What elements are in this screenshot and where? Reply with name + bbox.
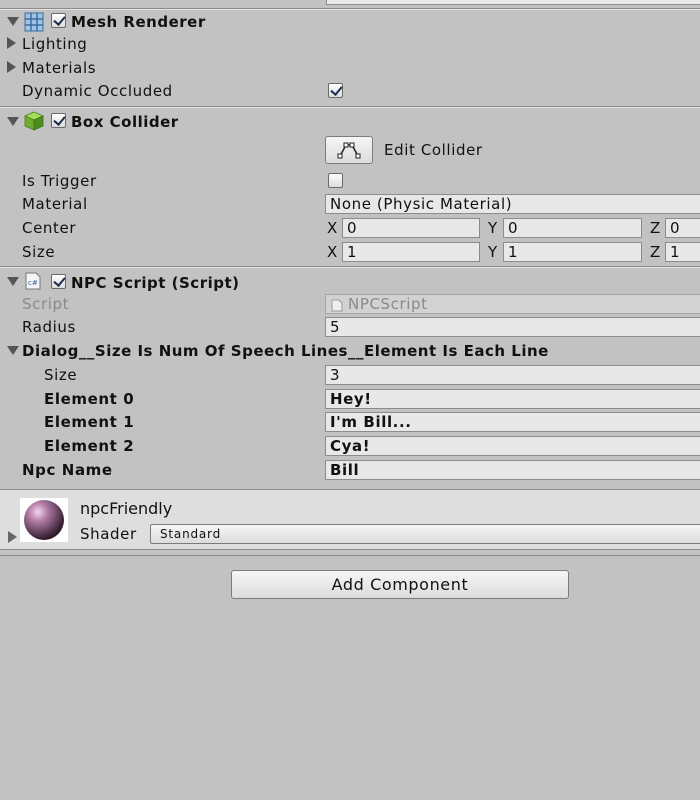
divider bbox=[0, 267, 700, 268]
material-name: npcFriendly bbox=[80, 499, 173, 518]
dialog-array-label[interactable]: Dialog__Size Is Num Of Speech Lines__Ele… bbox=[22, 342, 549, 360]
element-2-field[interactable]: Cya! bbox=[325, 436, 700, 456]
shader-label: Shader bbox=[80, 525, 137, 543]
npc-name-label: Npc Name bbox=[22, 461, 113, 479]
npc-script-enabled-checkbox[interactable] bbox=[51, 274, 66, 289]
script-asset-icon bbox=[331, 298, 343, 313]
npc-script-foldout-icon[interactable] bbox=[7, 277, 19, 286]
shader-dropdown[interactable]: Standard bbox=[150, 524, 700, 544]
box-collider-icon bbox=[24, 111, 44, 131]
dynamic-occluded-checkbox[interactable] bbox=[328, 83, 343, 98]
center-x-field[interactable]: 0 bbox=[342, 218, 480, 238]
dynamic-occluded-label: Dynamic Occluded bbox=[22, 82, 173, 100]
material-foldout-icon[interactable] bbox=[8, 531, 17, 543]
lighting-foldout-icon[interactable] bbox=[7, 37, 16, 49]
add-component-button[interactable]: Add Component bbox=[231, 570, 569, 599]
edit-collider-button[interactable] bbox=[325, 136, 373, 164]
edit-collider-icon bbox=[337, 142, 361, 159]
material-thumbnail[interactable] bbox=[20, 498, 68, 542]
radius-label: Radius bbox=[22, 318, 76, 336]
divider bbox=[0, 9, 700, 10]
size-z-label: Z bbox=[650, 243, 661, 261]
element-0-field[interactable]: Hey! bbox=[325, 389, 700, 409]
center-y-field[interactable]: 0 bbox=[503, 218, 642, 238]
divider bbox=[0, 107, 700, 108]
mesh-renderer-enabled-checkbox[interactable] bbox=[51, 13, 66, 28]
script-file-icon: c# bbox=[25, 272, 41, 290]
box-collider-title: Box Collider bbox=[71, 113, 179, 131]
materials-foldout[interactable]: Materials bbox=[22, 59, 96, 77]
element-0-label: Element 0 bbox=[44, 390, 135, 408]
dialog-size-label: Size bbox=[44, 366, 78, 384]
size-y-label: Y bbox=[488, 243, 498, 261]
lighting-foldout[interactable]: Lighting bbox=[22, 35, 87, 53]
radius-field[interactable]: 5 bbox=[325, 317, 700, 337]
center-label: Center bbox=[22, 219, 77, 237]
is-trigger-label: Is Trigger bbox=[22, 172, 97, 190]
size-label: Size bbox=[22, 243, 56, 261]
divider bbox=[0, 555, 700, 556]
center-z-label: Z bbox=[650, 219, 661, 237]
dialog-size-field[interactable]: 3 bbox=[325, 365, 700, 385]
script-value: NPCScript bbox=[348, 295, 428, 313]
size-y-field[interactable]: 1 bbox=[503, 242, 642, 262]
npc-name-field[interactable]: Bill bbox=[325, 460, 700, 480]
element-2-label: Element 2 bbox=[44, 437, 135, 455]
is-trigger-checkbox[interactable] bbox=[328, 173, 343, 188]
mesh-renderer-foldout-icon[interactable] bbox=[7, 17, 19, 26]
size-x-label: X bbox=[327, 243, 338, 261]
size-z-field[interactable]: 1 bbox=[665, 242, 700, 262]
box-collider-enabled-checkbox[interactable] bbox=[51, 113, 66, 128]
center-z-field[interactable]: 0 bbox=[665, 218, 700, 238]
npc-script-title: NPC Script (Script) bbox=[71, 274, 240, 292]
dialog-foldout-icon[interactable] bbox=[7, 346, 19, 355]
shader-value: Standard bbox=[160, 527, 221, 541]
add-component-label: Add Component bbox=[331, 575, 469, 594]
materials-foldout-icon[interactable] bbox=[7, 61, 16, 73]
svg-text:c#: c# bbox=[28, 279, 38, 287]
script-field: NPCScript bbox=[325, 294, 700, 314]
material-label: Material bbox=[22, 195, 88, 213]
edit-collider-label: Edit Collider bbox=[384, 141, 483, 159]
top-field-remnant bbox=[326, 0, 700, 5]
element-1-label: Element 1 bbox=[44, 413, 135, 431]
center-x-label: X bbox=[327, 219, 338, 237]
mesh-renderer-icon bbox=[24, 12, 44, 32]
script-label: Script bbox=[22, 295, 70, 313]
element-1-field[interactable]: I'm Bill... bbox=[325, 412, 700, 432]
box-collider-foldout-icon[interactable] bbox=[7, 117, 19, 126]
mesh-renderer-title: Mesh Renderer bbox=[71, 13, 206, 31]
center-y-label: Y bbox=[488, 219, 498, 237]
material-field[interactable]: None (Physic Material) bbox=[325, 194, 700, 214]
size-x-field[interactable]: 1 bbox=[342, 242, 480, 262]
